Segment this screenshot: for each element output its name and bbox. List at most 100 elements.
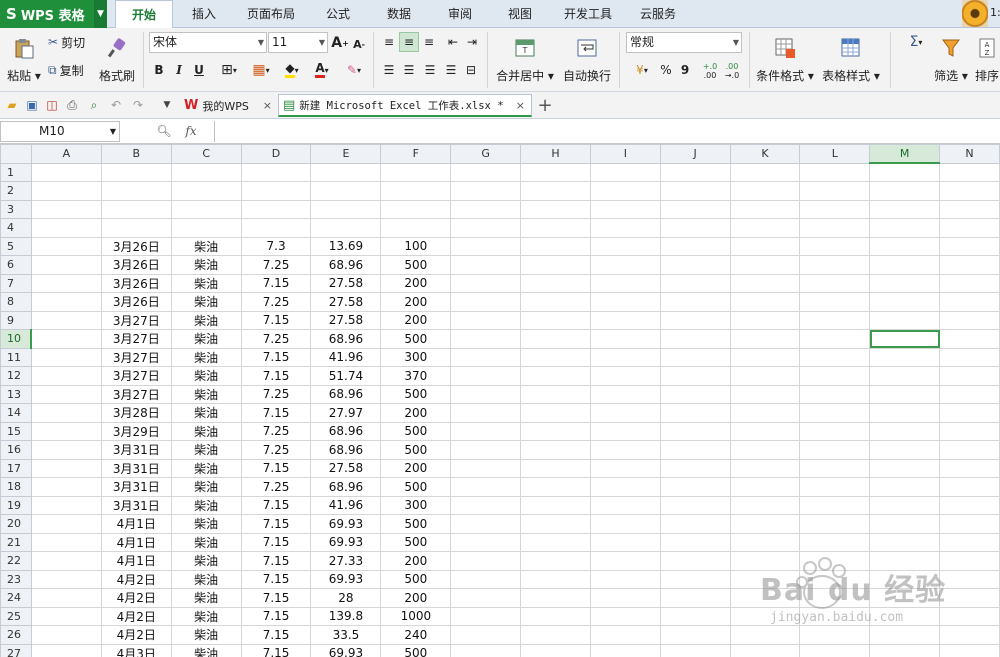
row-header[interactable]: 25 — [0, 606, 32, 626]
column-header-i[interactable]: I — [589, 144, 661, 164]
cell-c14[interactable]: 柴油 — [170, 403, 242, 423]
cell-f27[interactable]: 500 — [380, 643, 452, 657]
cell-d19[interactable]: 7.15 — [240, 495, 312, 515]
doc-tab-workbook[interactable]: ▤ 新建 Microsoft Excel 工作表.xlsx * × — [278, 94, 532, 117]
cell-e27[interactable]: 69.93 — [310, 643, 382, 657]
cell-a15[interactable] — [30, 421, 102, 441]
cell-a24[interactable] — [30, 588, 102, 608]
cell-l4[interactable] — [799, 218, 871, 238]
cell-b17[interactable]: 3月31日 — [100, 458, 172, 478]
cell-f2[interactable] — [380, 181, 452, 201]
cell-k7[interactable] — [729, 273, 801, 293]
cell-i3[interactable] — [589, 199, 661, 219]
cell-n7[interactable] — [939, 273, 1000, 293]
cell-l16[interactable] — [799, 440, 871, 460]
row-header[interactable]: 3 — [0, 199, 32, 219]
cell-j14[interactable] — [659, 403, 731, 423]
cell-h8[interactable] — [520, 292, 591, 312]
cell-l13[interactable] — [799, 384, 871, 404]
cell-b4[interactable] — [100, 218, 172, 238]
save-icon[interactable]: ▣ — [24, 97, 40, 113]
cell-j16[interactable] — [659, 440, 731, 460]
cell-k21[interactable] — [729, 532, 801, 552]
cell-m9[interactable] — [869, 310, 941, 330]
cell-b15[interactable]: 3月29日 — [100, 421, 172, 441]
font-name-select[interactable]: 宋体 ▼ — [149, 32, 267, 53]
column-header-a[interactable]: A — [30, 144, 102, 164]
cell-l5[interactable] — [799, 236, 871, 256]
cell-b1[interactable] — [100, 162, 172, 182]
cell-k26[interactable] — [729, 625, 801, 645]
cell-f12[interactable]: 370 — [380, 366, 452, 386]
cell-d22[interactable]: 7.15 — [240, 551, 312, 571]
cell-i12[interactable] — [589, 366, 661, 386]
cell-e7[interactable]: 27.58 — [310, 273, 382, 293]
cell-m26[interactable] — [869, 625, 941, 645]
cell-h15[interactable] — [520, 421, 591, 441]
cell-c7[interactable]: 柴油 — [170, 273, 242, 293]
cell-e26[interactable]: 33.5 — [310, 625, 382, 645]
cell-c6[interactable]: 柴油 — [170, 255, 242, 275]
cell-j19[interactable] — [659, 495, 731, 515]
cell-m19[interactable] — [869, 495, 941, 515]
cell-i26[interactable] — [589, 625, 661, 645]
cell-j1[interactable] — [659, 162, 731, 182]
cell-n15[interactable] — [939, 421, 1000, 441]
cell-j6[interactable] — [659, 255, 731, 275]
cell-e6[interactable]: 68.96 — [310, 255, 382, 275]
cell-l12[interactable] — [799, 366, 871, 386]
cell-b9[interactable]: 3月27日 — [100, 310, 172, 330]
cell-i7[interactable] — [589, 273, 661, 293]
borders-button[interactable]: ⊞ ▾ — [214, 61, 244, 79]
cell-l8[interactable] — [799, 292, 871, 312]
cell-d15[interactable]: 7.25 — [240, 421, 312, 441]
cell-n26[interactable] — [939, 625, 1000, 645]
row-header[interactable]: 24 — [0, 588, 32, 608]
cell-a11[interactable] — [30, 347, 102, 367]
cell-h12[interactable] — [520, 366, 591, 386]
column-header-l[interactable]: L — [799, 144, 871, 164]
cell-g5[interactable] — [450, 236, 522, 256]
column-header-f[interactable]: F — [380, 144, 452, 164]
cell-h9[interactable] — [520, 310, 591, 330]
chevron-down-icon[interactable]: ▼ — [94, 0, 107, 28]
cell-i25[interactable] — [589, 606, 661, 626]
merge-center-button[interactable]: T 合并居中 ▾ — [494, 32, 556, 88]
cell-a7[interactable] — [30, 273, 102, 293]
cell-g18[interactable] — [450, 477, 522, 497]
cell-e9[interactable]: 27.58 — [310, 310, 382, 330]
cell-c17[interactable]: 柴油 — [170, 458, 242, 478]
cell-d23[interactable]: 7.15 — [240, 569, 312, 589]
cell-style-button[interactable]: ▦ ▾ — [246, 61, 276, 79]
cell-d1[interactable] — [240, 162, 312, 182]
cell-j11[interactable] — [659, 347, 731, 367]
cell-d18[interactable]: 7.25 — [240, 477, 312, 497]
cell-j18[interactable] — [659, 477, 731, 497]
row-header[interactable]: 26 — [0, 625, 32, 645]
cell-f19[interactable]: 300 — [380, 495, 452, 515]
row-header[interactable]: 13 — [0, 384, 32, 404]
cell-c15[interactable]: 柴油 — [170, 421, 242, 441]
cell-k18[interactable] — [729, 477, 801, 497]
cell-f16[interactable]: 500 — [380, 440, 452, 460]
cell-i10[interactable] — [589, 329, 661, 349]
open-folder-icon[interactable]: ▰ — [4, 97, 20, 113]
cell-h14[interactable] — [520, 403, 591, 423]
comma-button[interactable]: 9 — [678, 62, 692, 78]
row-header[interactable]: 9 — [0, 310, 32, 330]
row-header[interactable]: 18 — [0, 477, 32, 497]
cell-n13[interactable] — [939, 384, 1000, 404]
cell-i21[interactable] — [589, 532, 661, 552]
cell-h20[interactable] — [520, 514, 591, 534]
cell-f24[interactable]: 200 — [380, 588, 452, 608]
cell-j27[interactable] — [659, 643, 731, 657]
column-header-j[interactable]: J — [659, 144, 731, 164]
cell-h17[interactable] — [520, 458, 591, 478]
row-header[interactable]: 10 — [0, 329, 33, 349]
cell-c10[interactable]: 柴油 — [170, 329, 242, 349]
cell-m10[interactable] — [869, 329, 941, 349]
cell-d16[interactable]: 7.25 — [240, 440, 312, 460]
cell-d17[interactable]: 7.15 — [240, 458, 312, 478]
distributed-button[interactable]: ⊟ — [462, 62, 480, 78]
cell-k2[interactable] — [729, 181, 801, 201]
